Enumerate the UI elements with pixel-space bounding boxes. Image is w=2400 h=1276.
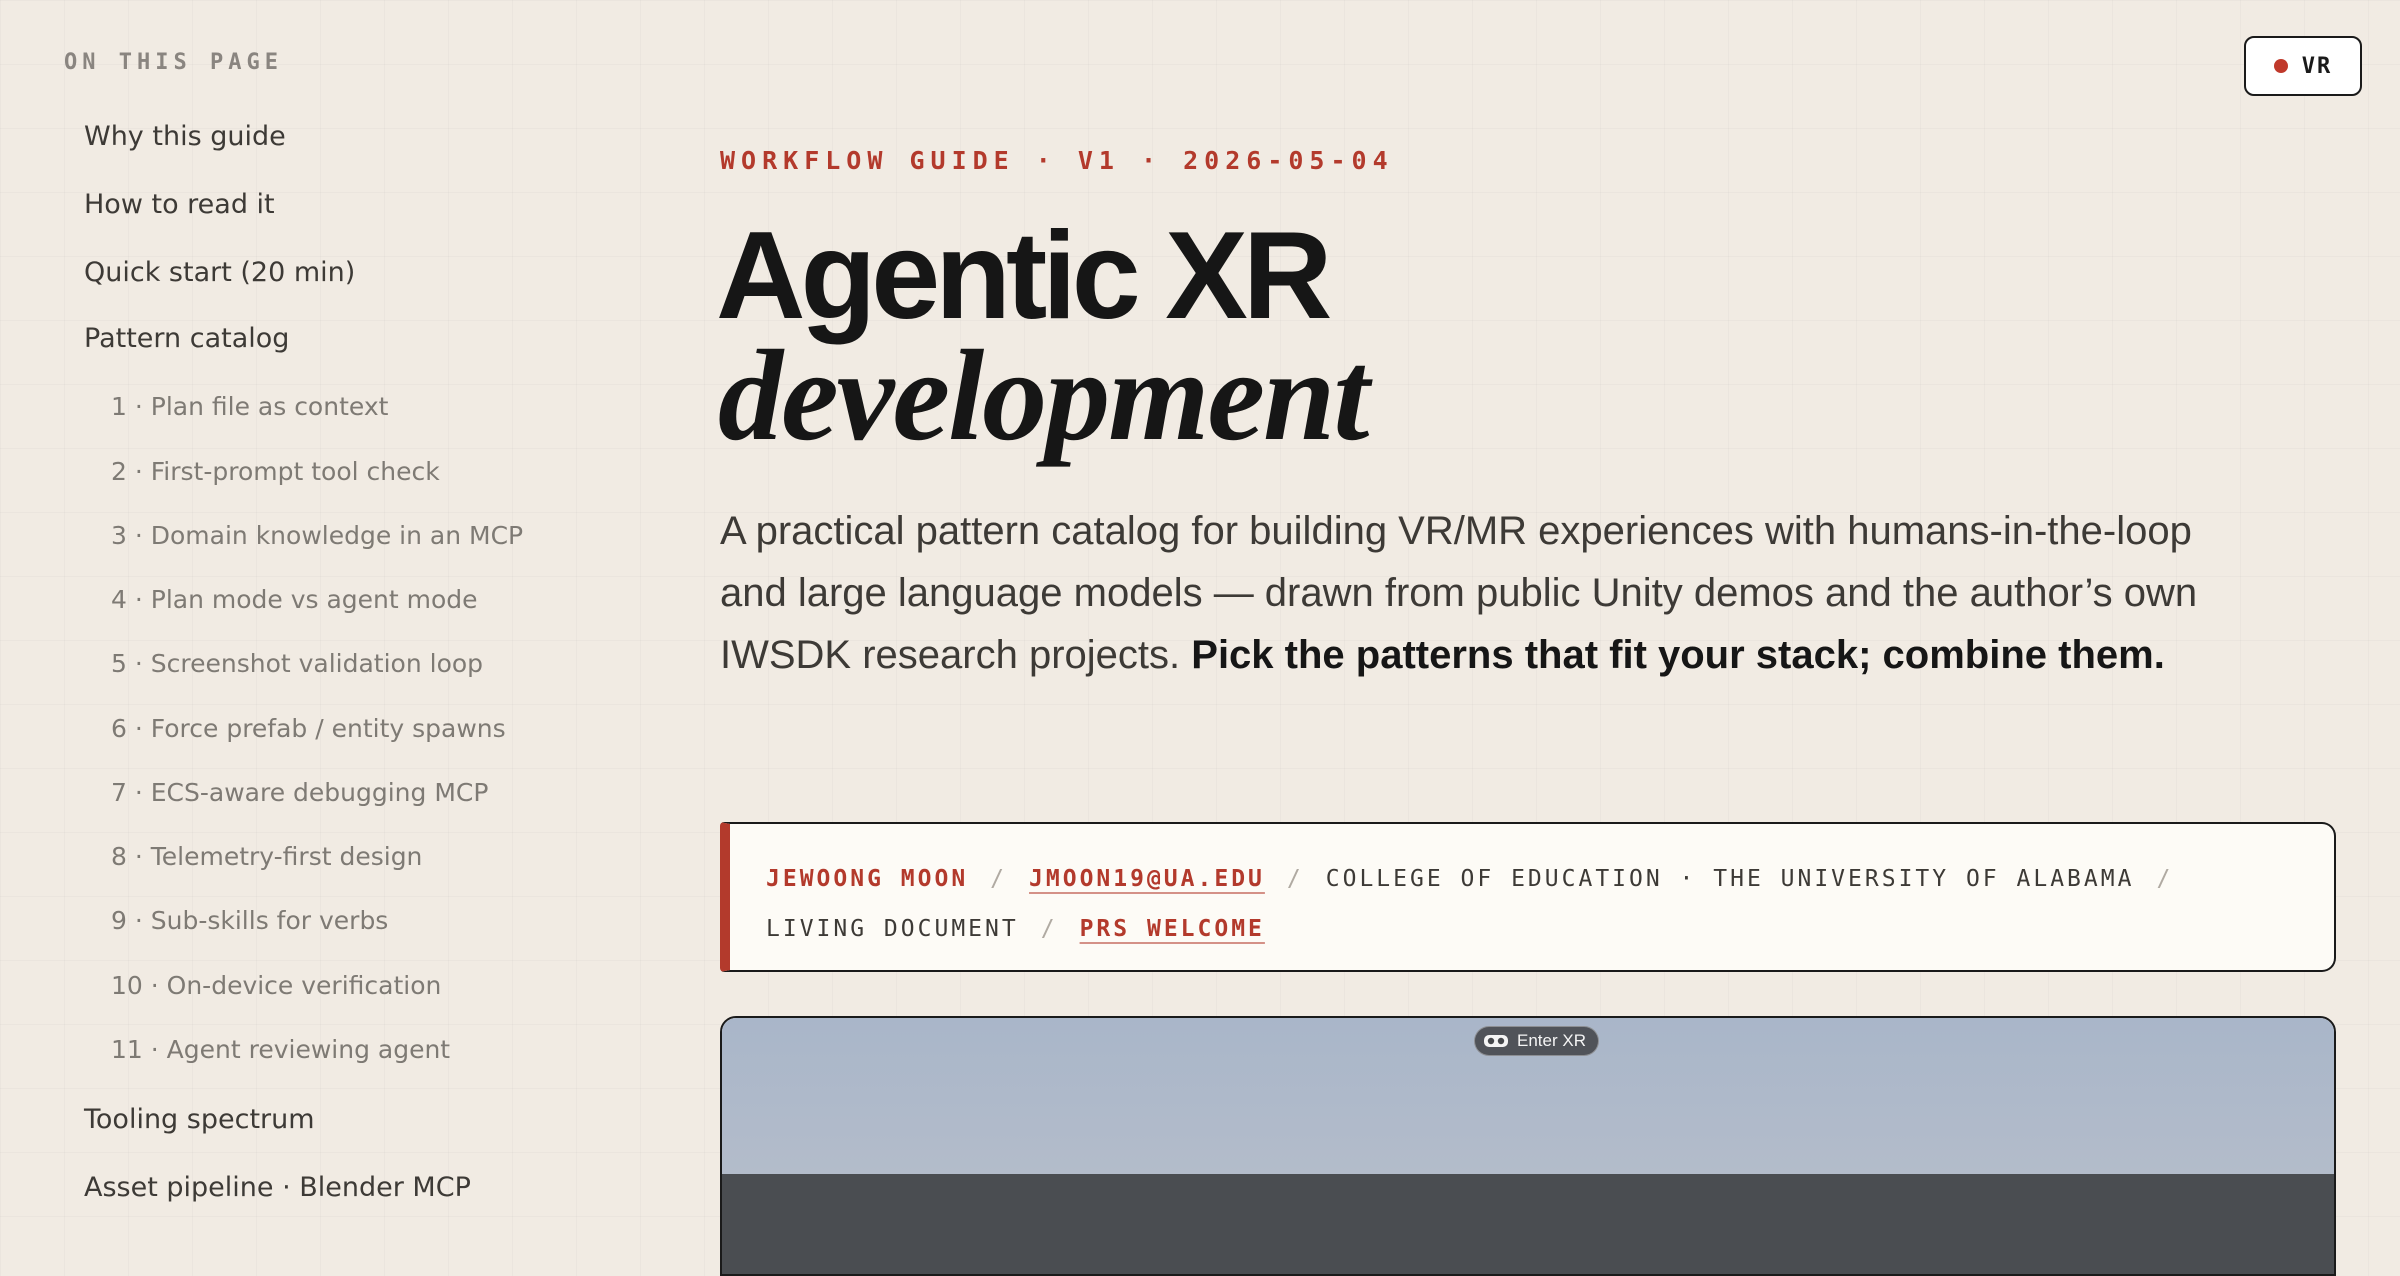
toc-subitem-screenshot-loop[interactable]: 5 · Screenshot validation loop [111, 649, 483, 678]
author-name: JEWOONG MOON [766, 866, 969, 892]
meta-separator: / [2156, 866, 2174, 892]
meta-separator: / [1040, 916, 1058, 942]
document-status: LIVING DOCUMENT [766, 916, 1019, 942]
toc-item-asset-pipeline[interactable]: Asset pipeline · Blender MCP [84, 1172, 471, 1203]
table-of-contents: ON THIS PAGE Why this guide How to read … [0, 0, 640, 1260]
toc-subitem-on-device[interactable]: 10 · On-device verification [111, 971, 441, 1000]
toc-subitem-plan-vs-agent[interactable]: 4 · Plan mode vs agent mode [111, 585, 478, 614]
toc-subitem-ecs-debugging[interactable]: 7 · ECS-aware debugging MCP [111, 778, 488, 807]
toc-subitem-agent-reviewing[interactable]: 11 · Agent reviewing agent [111, 1035, 450, 1064]
toc-subitem-plan-file[interactable]: 1 · Plan file as context [111, 392, 388, 421]
toc-item-quick-start[interactable]: Quick start (20 min) [84, 257, 355, 288]
xr-scene-viewport[interactable]: Enter XR [720, 1016, 2336, 1276]
prs-welcome-link[interactable]: PRS WELCOME [1080, 916, 1265, 942]
toc-subitem-force-prefab[interactable]: 6 · Force prefab / entity spawns [111, 714, 506, 743]
enter-xr-label: Enter XR [1517, 1031, 1586, 1050]
toc-subitem-sub-skills[interactable]: 9 · Sub-skills for verbs [111, 906, 388, 935]
eyebrow: WORKFLOW GUIDE · V1 · 2026-05-04 [720, 146, 1394, 175]
vr-goggles-icon [1484, 1035, 1508, 1047]
lede-emphasis: Pick the patterns that fit your stack; c… [1191, 633, 2165, 677]
meta-box: JEWOONG MOON / JMOON19@UA.EDU / COLLEGE OF E… [720, 822, 2336, 972]
meta-line-1: JEWOONG MOON / JMOON19@UA.EDU / COLLEGE OF E… [766, 854, 2334, 904]
toc-subitem-telemetry[interactable]: 8 · Telemetry-first design [111, 842, 422, 871]
toc-item-tooling-spectrum[interactable]: Tooling spectrum [84, 1104, 315, 1135]
toc-heading: ON THIS PAGE [64, 50, 283, 75]
scene-ground [722, 1174, 2334, 1274]
vr-button-label: VR [2301, 53, 2333, 79]
meta-separator: / [1286, 866, 1304, 892]
author-email-link[interactable]: JMOON19@UA.EDU [1029, 866, 1265, 892]
enter-xr-button[interactable]: Enter XR [1474, 1026, 1599, 1056]
toc-subitem-domain-knowledge[interactable]: 3 · Domain knowledge in an MCP [111, 521, 523, 550]
page-title-line2: development [718, 324, 1369, 468]
toc-item-why-this-guide[interactable]: Why this guide [84, 121, 286, 152]
toc-item-pattern-catalog[interactable]: Pattern catalog [84, 323, 289, 354]
meta-line-2: LIVING DOCUMENT / PRS WELCOME [766, 904, 2334, 954]
vr-status-dot-icon [2273, 59, 2288, 73]
affiliation: COLLEGE OF EDUCATION · THE UNIVERSITY OF… [1325, 866, 2135, 892]
meta-separator: / [990, 866, 1008, 892]
vr-button[interactable]: VR [2244, 36, 2362, 96]
toc-subitem-first-prompt[interactable]: 2 · First-prompt tool check [111, 457, 440, 486]
lede-paragraph: A practical pattern catalog for building… [720, 500, 2220, 686]
toc-item-how-to-read-it[interactable]: How to read it [84, 189, 275, 220]
